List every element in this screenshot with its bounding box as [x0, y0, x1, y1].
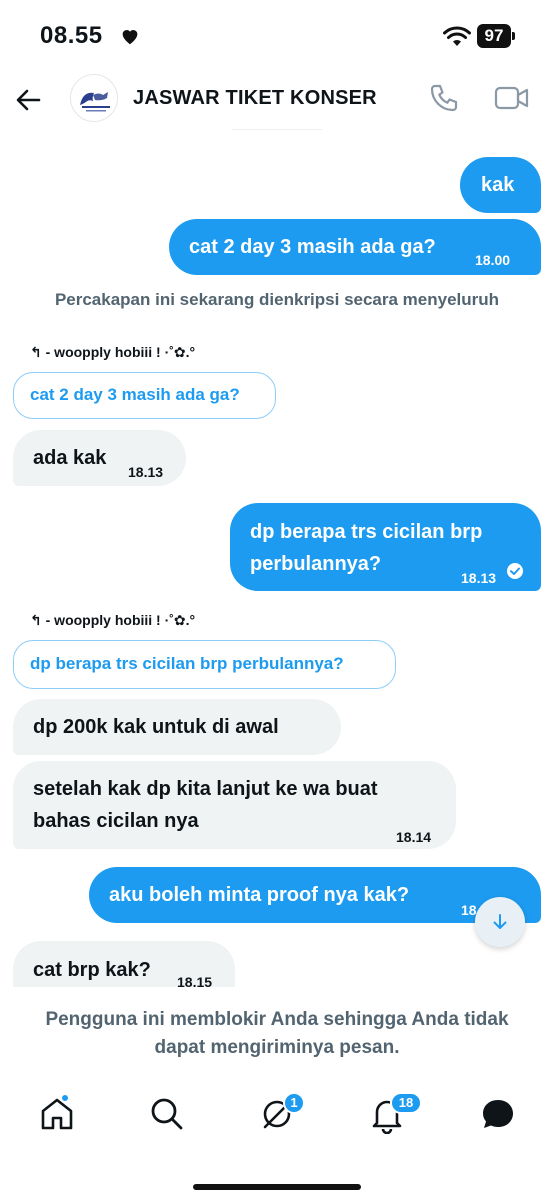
phone-icon[interactable]: [428, 82, 460, 114]
message-time: 18.14: [396, 829, 432, 845]
scroll-down-arrow-icon: [493, 914, 507, 929]
messages-icon[interactable]: [478, 1094, 518, 1134]
chat-title[interactable]: JASWAR TIKET KONSER: [133, 87, 377, 110]
avatar[interactable]: [70, 74, 118, 122]
search-icon[interactable]: [147, 1094, 187, 1134]
message-text-line: setelah kak dp kita lanjut ke wa buat: [33, 778, 378, 800]
header-divider: [232, 129, 322, 130]
reply-author: - woopply hobiii ! ·˚✿.°: [45, 344, 196, 360]
message-outgoing[interactable]: cat 2 day 3 masih ada ga? 18.00: [169, 219, 541, 275]
battery-icon: 97: [477, 24, 515, 48]
grok-badge: 1: [283, 1092, 305, 1114]
message-text: ada kak: [33, 447, 107, 469]
message-text: cat brp kak?: [33, 959, 151, 981]
message-time: 18.13: [461, 570, 497, 586]
message-text: kak: [481, 174, 515, 196]
reply-label: ↰ - woopply hobiii ! ·˚✿.°: [30, 344, 195, 361]
read-check-icon: [507, 563, 523, 579]
reply-label: ↰ - woopply hobiii ! ·˚✿.°: [30, 612, 195, 629]
notifications-badge: 18: [390, 1092, 422, 1114]
message-text-line: bahas cicilan nya: [33, 810, 199, 832]
status-time: 08.55: [40, 22, 103, 49]
heart-icon: [122, 30, 138, 45]
reply-author: - woopply hobiii ! ·˚✿.°: [45, 612, 196, 628]
quoted-message[interactable]: cat 2 day 3 masih ada ga?: [13, 372, 276, 419]
message-incoming[interactable]: ada kak 18.13: [13, 430, 186, 486]
message-time: 18.15: [177, 974, 213, 987]
avatar-logo: [80, 92, 110, 112]
message-text: dp 200k kak untuk di awal: [33, 716, 279, 738]
message-incoming[interactable]: dp 200k kak untuk di awal: [13, 699, 341, 755]
message-time: 18.13: [128, 464, 164, 480]
home-icon[interactable]: [37, 1094, 77, 1134]
message-text: aku boleh minta proof nya kak?: [109, 884, 410, 906]
video-camera-icon[interactable]: [494, 84, 530, 112]
message-text-line: perbulannya?: [250, 553, 382, 575]
bottom-nav: 1 18: [0, 1080, 554, 1150]
message-outgoing[interactable]: kak: [460, 157, 541, 213]
chat-header: JASWAR TIKET KONSER: [0, 70, 554, 132]
message-text: cat 2 day 3 masih ada ga?: [189, 236, 436, 258]
battery-level: 97: [477, 24, 511, 48]
message-time: 18.00: [475, 252, 511, 268]
encryption-notice: Percakapan ini sekarang dienkripsi secar…: [54, 290, 500, 309]
reply-arrow-icon: ↰: [30, 612, 42, 628]
back-arrow-icon[interactable]: [14, 86, 42, 114]
message-text-line: dp berapa trs cicilan brp: [250, 521, 483, 543]
reply-arrow-icon: ↰: [30, 344, 42, 360]
message-outgoing[interactable]: dp berapa trs cicilan brp perbulannya? 1…: [230, 503, 541, 591]
home-unread-dot: [60, 1093, 70, 1103]
message-incoming[interactable]: cat brp kak? 18.15: [13, 941, 235, 987]
message-outgoing[interactable]: aku boleh minta proof nya kak? 18.15: [89, 867, 541, 923]
wifi-icon: [443, 26, 471, 46]
blocked-notice: Pengguna ini memblokir Anda sehingga And…: [45, 1009, 509, 1058]
scroll-down-button[interactable]: [475, 897, 525, 947]
quoted-message[interactable]: dp berapa trs cicilan brp perbulannya?: [13, 640, 396, 689]
status-bar: 08.55 97: [0, 0, 554, 70]
home-indicator: [193, 1184, 361, 1190]
message-incoming[interactable]: setelah kak dp kita lanjut ke wa buat ba…: [13, 761, 456, 849]
